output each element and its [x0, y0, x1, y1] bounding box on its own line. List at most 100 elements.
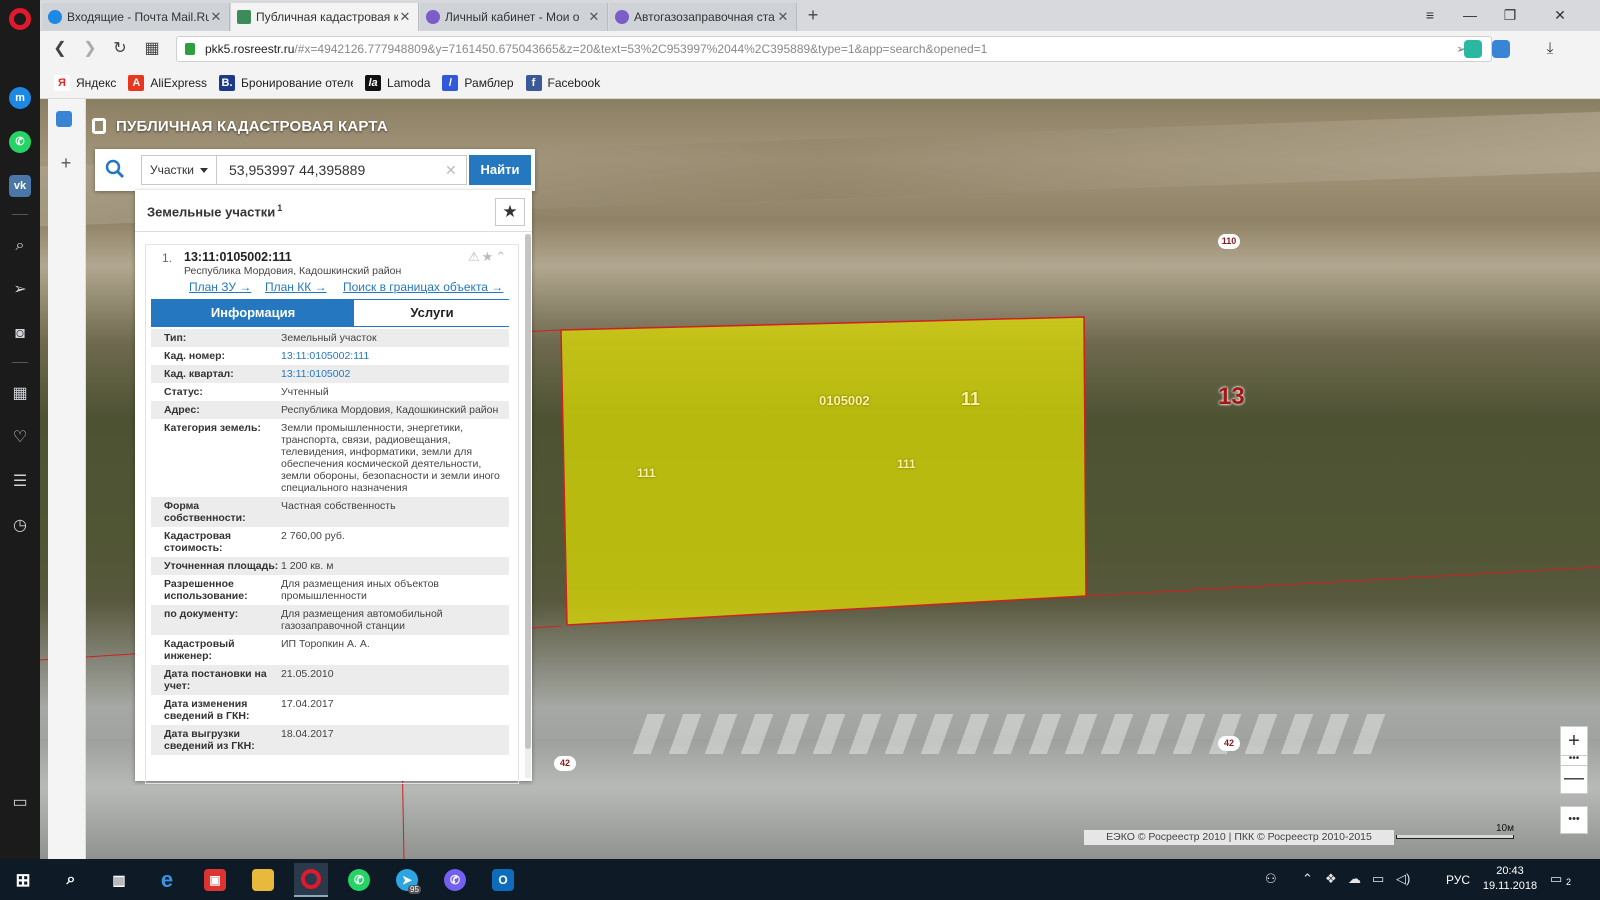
- bookmark-label: Facebook: [547, 75, 601, 90]
- news-icon[interactable]: ☰: [9, 471, 31, 493]
- volume-icon[interactable]: ◁): [1396, 871, 1410, 887]
- vpn-icon[interactable]: [1464, 40, 1482, 58]
- aliexpress-icon: A: [128, 74, 145, 91]
- translate-icon[interactable]: [1492, 40, 1510, 58]
- scrollbar-thumb[interactable]: [525, 234, 531, 749]
- search-in-bounds-link[interactable]: Поиск в границах объекта →: [343, 280, 503, 294]
- speed-dial-icon[interactable]: ▦: [9, 383, 31, 405]
- whatsapp-icon[interactable]: ✆: [9, 131, 31, 153]
- zoom-out-button[interactable]: —: [1560, 766, 1588, 794]
- attribute-row: Статус: Учтенный: [151, 383, 509, 401]
- result-cad-number[interactable]: 13:11:0105002:111: [184, 250, 292, 264]
- map-layers-icon[interactable]: [56, 111, 72, 127]
- heart-icon[interactable]: ♡: [9, 427, 31, 449]
- new-tab-button[interactable]: +: [802, 4, 824, 28]
- attribute-value[interactable]: 13:11:0105002:111: [281, 350, 509, 362]
- tab-mail[interactable]: Входящие - Почта Mail.Ru ✕: [42, 3, 230, 31]
- tab-services[interactable]: Услуги: [354, 300, 510, 326]
- search-input[interactable]: [217, 155, 467, 185]
- search-icon[interactable]: ⌕: [9, 235, 31, 257]
- onedrive-icon[interactable]: ☁: [1348, 871, 1361, 887]
- people-icon[interactable]: ⚇: [1265, 871, 1277, 887]
- tab-cadastral[interactable]: Публичная кадастровая к ✕: [231, 3, 419, 31]
- region-label: 13: [1218, 383, 1245, 410]
- rosreestr-favicon-icon: [237, 10, 251, 24]
- language-indicator[interactable]: РУС: [1446, 873, 1470, 887]
- search-icon[interactable]: [105, 159, 125, 179]
- facebook-icon: f: [525, 74, 542, 91]
- history-icon[interactable]: ◷: [9, 515, 31, 537]
- bookmark-yandex[interactable]: Я Яндекс: [54, 74, 116, 91]
- opera-logo-icon[interactable]: [9, 8, 31, 30]
- tray-expand-icon[interactable]: ⌃: [1302, 871, 1313, 887]
- explorer-app[interactable]: [246, 863, 280, 897]
- notifications-icon[interactable]: ▭: [1550, 871, 1562, 887]
- tab-information[interactable]: Информация: [152, 300, 354, 326]
- zoom-more-icon[interactable]: •••: [1560, 754, 1588, 766]
- clock[interactable]: 20:43 19.11.2018: [1482, 864, 1538, 894]
- maximize-button[interactable]: ❐: [1490, 2, 1530, 28]
- sidebar-divider: [12, 362, 28, 363]
- back-button[interactable]: ❮: [48, 37, 72, 61]
- dropbox-icon[interactable]: ❖: [1325, 871, 1337, 887]
- collapse-icon[interactable]: ⌃: [495, 249, 508, 264]
- bookmark-booking[interactable]: B. Бронирование отеле: [219, 74, 353, 91]
- forward-button[interactable]: ❯: [78, 37, 102, 61]
- attribute-row: Кад. квартал: 13:11:0105002: [151, 365, 509, 383]
- close-tab-icon[interactable]: ✕: [398, 9, 412, 25]
- vk-icon[interactable]: vk: [9, 175, 31, 197]
- attribute-row: Форма собственности: Частная собственност…: [151, 497, 509, 527]
- tab-title: Входящие - Почта Mail.Ru: [67, 10, 209, 24]
- minimize-button[interactable]: —: [1450, 2, 1490, 28]
- battery-icon[interactable]: ▭: [1372, 871, 1384, 887]
- bookmark-aliexpress[interactable]: A AliExpress: [128, 74, 207, 91]
- camera-icon[interactable]: ◙: [9, 323, 31, 345]
- scale-line: [1396, 835, 1514, 839]
- sidebar-toggle-icon[interactable]: ▭: [9, 792, 31, 814]
- plan-kk-link[interactable]: План КК →: [265, 280, 327, 294]
- whatsapp-app[interactable]: ✆: [342, 863, 376, 897]
- result-index: 1.: [162, 251, 173, 265]
- search-taskbar-button[interactable]: ⌕: [54, 863, 88, 897]
- star-icon[interactable]: ★: [482, 249, 496, 264]
- warning-icon[interactable]: ⚠: [468, 249, 482, 264]
- start-button[interactable]: ⊞: [6, 863, 40, 897]
- close-tab-icon[interactable]: ✕: [209, 9, 223, 25]
- tab-menu-icon[interactable]: ≡: [1410, 2, 1450, 28]
- viber-app[interactable]: ✆: [438, 863, 472, 897]
- outlook-app[interactable]: O: [486, 863, 520, 897]
- tab-cabinet[interactable]: Личный кабинет - Мои о ✕: [420, 3, 608, 31]
- task-view-button[interactable]: ▥: [102, 863, 136, 897]
- messenger-icon[interactable]: m: [9, 87, 31, 109]
- results-scrollbar[interactable]: [525, 234, 531, 778]
- bookmark-lamoda[interactable]: la Lamoda: [365, 74, 430, 91]
- opera-app[interactable]: [294, 863, 328, 897]
- address-bar[interactable]: pkk5.rosreestr.ru /#x=4942126.777948809&…: [176, 36, 1492, 62]
- plan-zu-link[interactable]: План ЗУ →: [189, 280, 251, 294]
- favorite-button[interactable]: ★: [495, 198, 525, 226]
- notifications-count: 2: [1566, 877, 1572, 887]
- attribute-value[interactable]: 13:11:0105002: [281, 368, 509, 380]
- more-tools-button[interactable]: •••: [1560, 806, 1588, 834]
- close-tab-icon[interactable]: ✕: [587, 9, 601, 25]
- edge-app[interactable]: e: [150, 863, 184, 897]
- sidebar-divider: [12, 214, 28, 215]
- downloads-icon[interactable]: ⤓: [1538, 37, 1562, 61]
- parcel-number-pill: 42: [1218, 736, 1240, 751]
- zoom-in-button[interactable]: +: [1560, 726, 1588, 756]
- tab-gas-station[interactable]: Автогазозаправочная ста ✕: [609, 3, 797, 31]
- tabs-grid-button[interactable]: ▦: [140, 37, 164, 61]
- clear-icon[interactable]: ✕: [445, 162, 457, 179]
- search-type-select[interactable]: Участки: [141, 155, 217, 185]
- reload-button[interactable]: ↻: [108, 37, 132, 61]
- lock-icon: [185, 43, 195, 55]
- find-button[interactable]: Найти: [469, 155, 531, 185]
- store-app[interactable]: ▣: [198, 863, 232, 897]
- bookmark-rambler[interactable]: / Рамблер: [442, 74, 514, 91]
- close-tab-icon[interactable]: ✕: [776, 9, 790, 25]
- telegram-app[interactable]: ➤ 95: [390, 863, 424, 897]
- close-window-button[interactable]: ✕: [1540, 2, 1580, 28]
- bookmark-facebook[interactable]: f Facebook: [525, 74, 601, 91]
- send-icon[interactable]: ➢: [9, 279, 31, 301]
- add-tool-icon[interactable]: +: [56, 153, 76, 174]
